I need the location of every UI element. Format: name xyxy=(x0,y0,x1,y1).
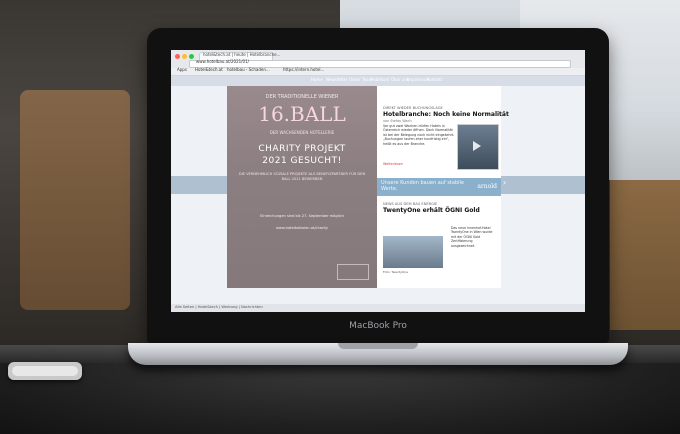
strip-ad[interactable]: Unsere Kunden bauen auf stabile Werte. a… xyxy=(377,178,501,196)
nav-item[interactable]: Newsletter xyxy=(326,77,348,82)
ad-url[interactable]: www.hotelballwien.at/charity xyxy=(237,226,367,230)
sponsor-logo xyxy=(337,264,369,280)
charity-ad[interactable]: DER TRADITIONELLE WIENER 16.BALL DER WAC… xyxy=(227,86,377,288)
smartphone xyxy=(8,362,82,380)
close-dot-icon[interactable] xyxy=(175,54,180,59)
ad-subline: DER WACHSENDEN HOTELLERIE xyxy=(269,130,335,135)
nav-item[interactable]: Impressum xyxy=(407,77,429,82)
ad-ball-number: 16.BALL xyxy=(258,102,346,126)
second-article-kicker: NEWS AUS DEM BAU ENERGIE xyxy=(383,202,438,206)
tab-title: hotel&tech.at | heute | Hotelbranche... xyxy=(203,52,281,57)
bookmark-item[interactable]: https://intern.hotel... xyxy=(283,67,324,72)
article-kicker: DIREKT WIEDER BUCHUNGSLAGE xyxy=(383,106,443,110)
status-text: Alle Seiten | Hotel&tech | Werbung | Nac… xyxy=(175,305,263,309)
minimize-dot-icon[interactable] xyxy=(182,54,187,59)
second-article-caption: Foto: TwentyOne xyxy=(383,270,409,274)
ad-deadline: Einreichungen sind bis 27. September mög… xyxy=(260,214,344,218)
second-article-title[interactable]: TwentyOne erhält ÖGNI Gold xyxy=(383,207,480,214)
play-icon[interactable] xyxy=(473,141,481,151)
strip-ad-brand: arnold xyxy=(477,183,497,190)
ad-headline-year: 2021 GESUCHT! xyxy=(262,156,342,166)
article-title[interactable]: Hotelbranche: Noch keine Normalität xyxy=(383,111,509,118)
article-video[interactable] xyxy=(457,124,499,170)
read-more-link[interactable]: Weiterlesen xyxy=(383,162,403,166)
article-author: von Stefan Wach xyxy=(383,119,412,123)
second-article-image[interactable] xyxy=(383,236,443,268)
laptop-screen: hotel&tech.at | heute | Hotelbranche... … xyxy=(171,50,585,312)
address-text: www.hotelbau.at/2021/01/ xyxy=(196,59,249,64)
background-chair-right xyxy=(610,180,680,330)
background-chair xyxy=(20,90,130,310)
web-page: DER TRADITIONELLE WIENER 16.BALL DER WAC… xyxy=(171,86,585,304)
second-article-body: Das neue Innenhof-Hotel TwentyOne in Wie… xyxy=(451,226,493,248)
ad-headline: CHARITY PROJEKT xyxy=(258,144,346,154)
ad-description: DIE VERNEHMLICH SOZIALE PROJEKTE ALS BEN… xyxy=(238,172,366,181)
bookmark-item[interactable]: Apps xyxy=(177,67,187,72)
nav-item[interactable]: Home xyxy=(311,77,323,82)
chevron-right-icon[interactable]: › xyxy=(503,178,506,187)
bookmarks-bar: Apps Hotel&tech.at hotelbau - Schaden...… xyxy=(171,67,585,76)
site-nav: Home Newsletter Unser Team Publikum Über… xyxy=(171,76,585,86)
laptop-notch xyxy=(338,343,418,349)
maximize-dot-icon[interactable] xyxy=(189,54,194,59)
laptop-brand: MacBook Pro xyxy=(349,321,407,331)
laptop-base xyxy=(128,343,628,365)
laptop-lid: hotel&tech.at | heute | Hotelbranche... … xyxy=(147,28,609,343)
bookmark-item[interactable]: Hotel&tech.at xyxy=(195,67,223,72)
bookmark-item[interactable]: hotelbau - Schaden... xyxy=(227,67,270,72)
photo-scene: hotel&tech.at | heute | Hotelbranche... … xyxy=(0,0,680,434)
nav-item[interactable]: Kontakt xyxy=(427,77,442,82)
nav-item[interactable]: Unser Team xyxy=(349,77,373,82)
status-bar: Alle Seiten | Hotel&tech | Werbung | Nac… xyxy=(171,304,585,312)
ad-top-text: DER TRADITIONELLE WIENER xyxy=(265,94,339,100)
article-body: Vor gut zwei Wochen dürfen Hotels in Öst… xyxy=(383,124,455,146)
nav-item[interactable]: Publikum xyxy=(371,77,389,82)
strip-ad-text: Unsere Kunden bauen auf stabile Werte. xyxy=(381,180,464,192)
